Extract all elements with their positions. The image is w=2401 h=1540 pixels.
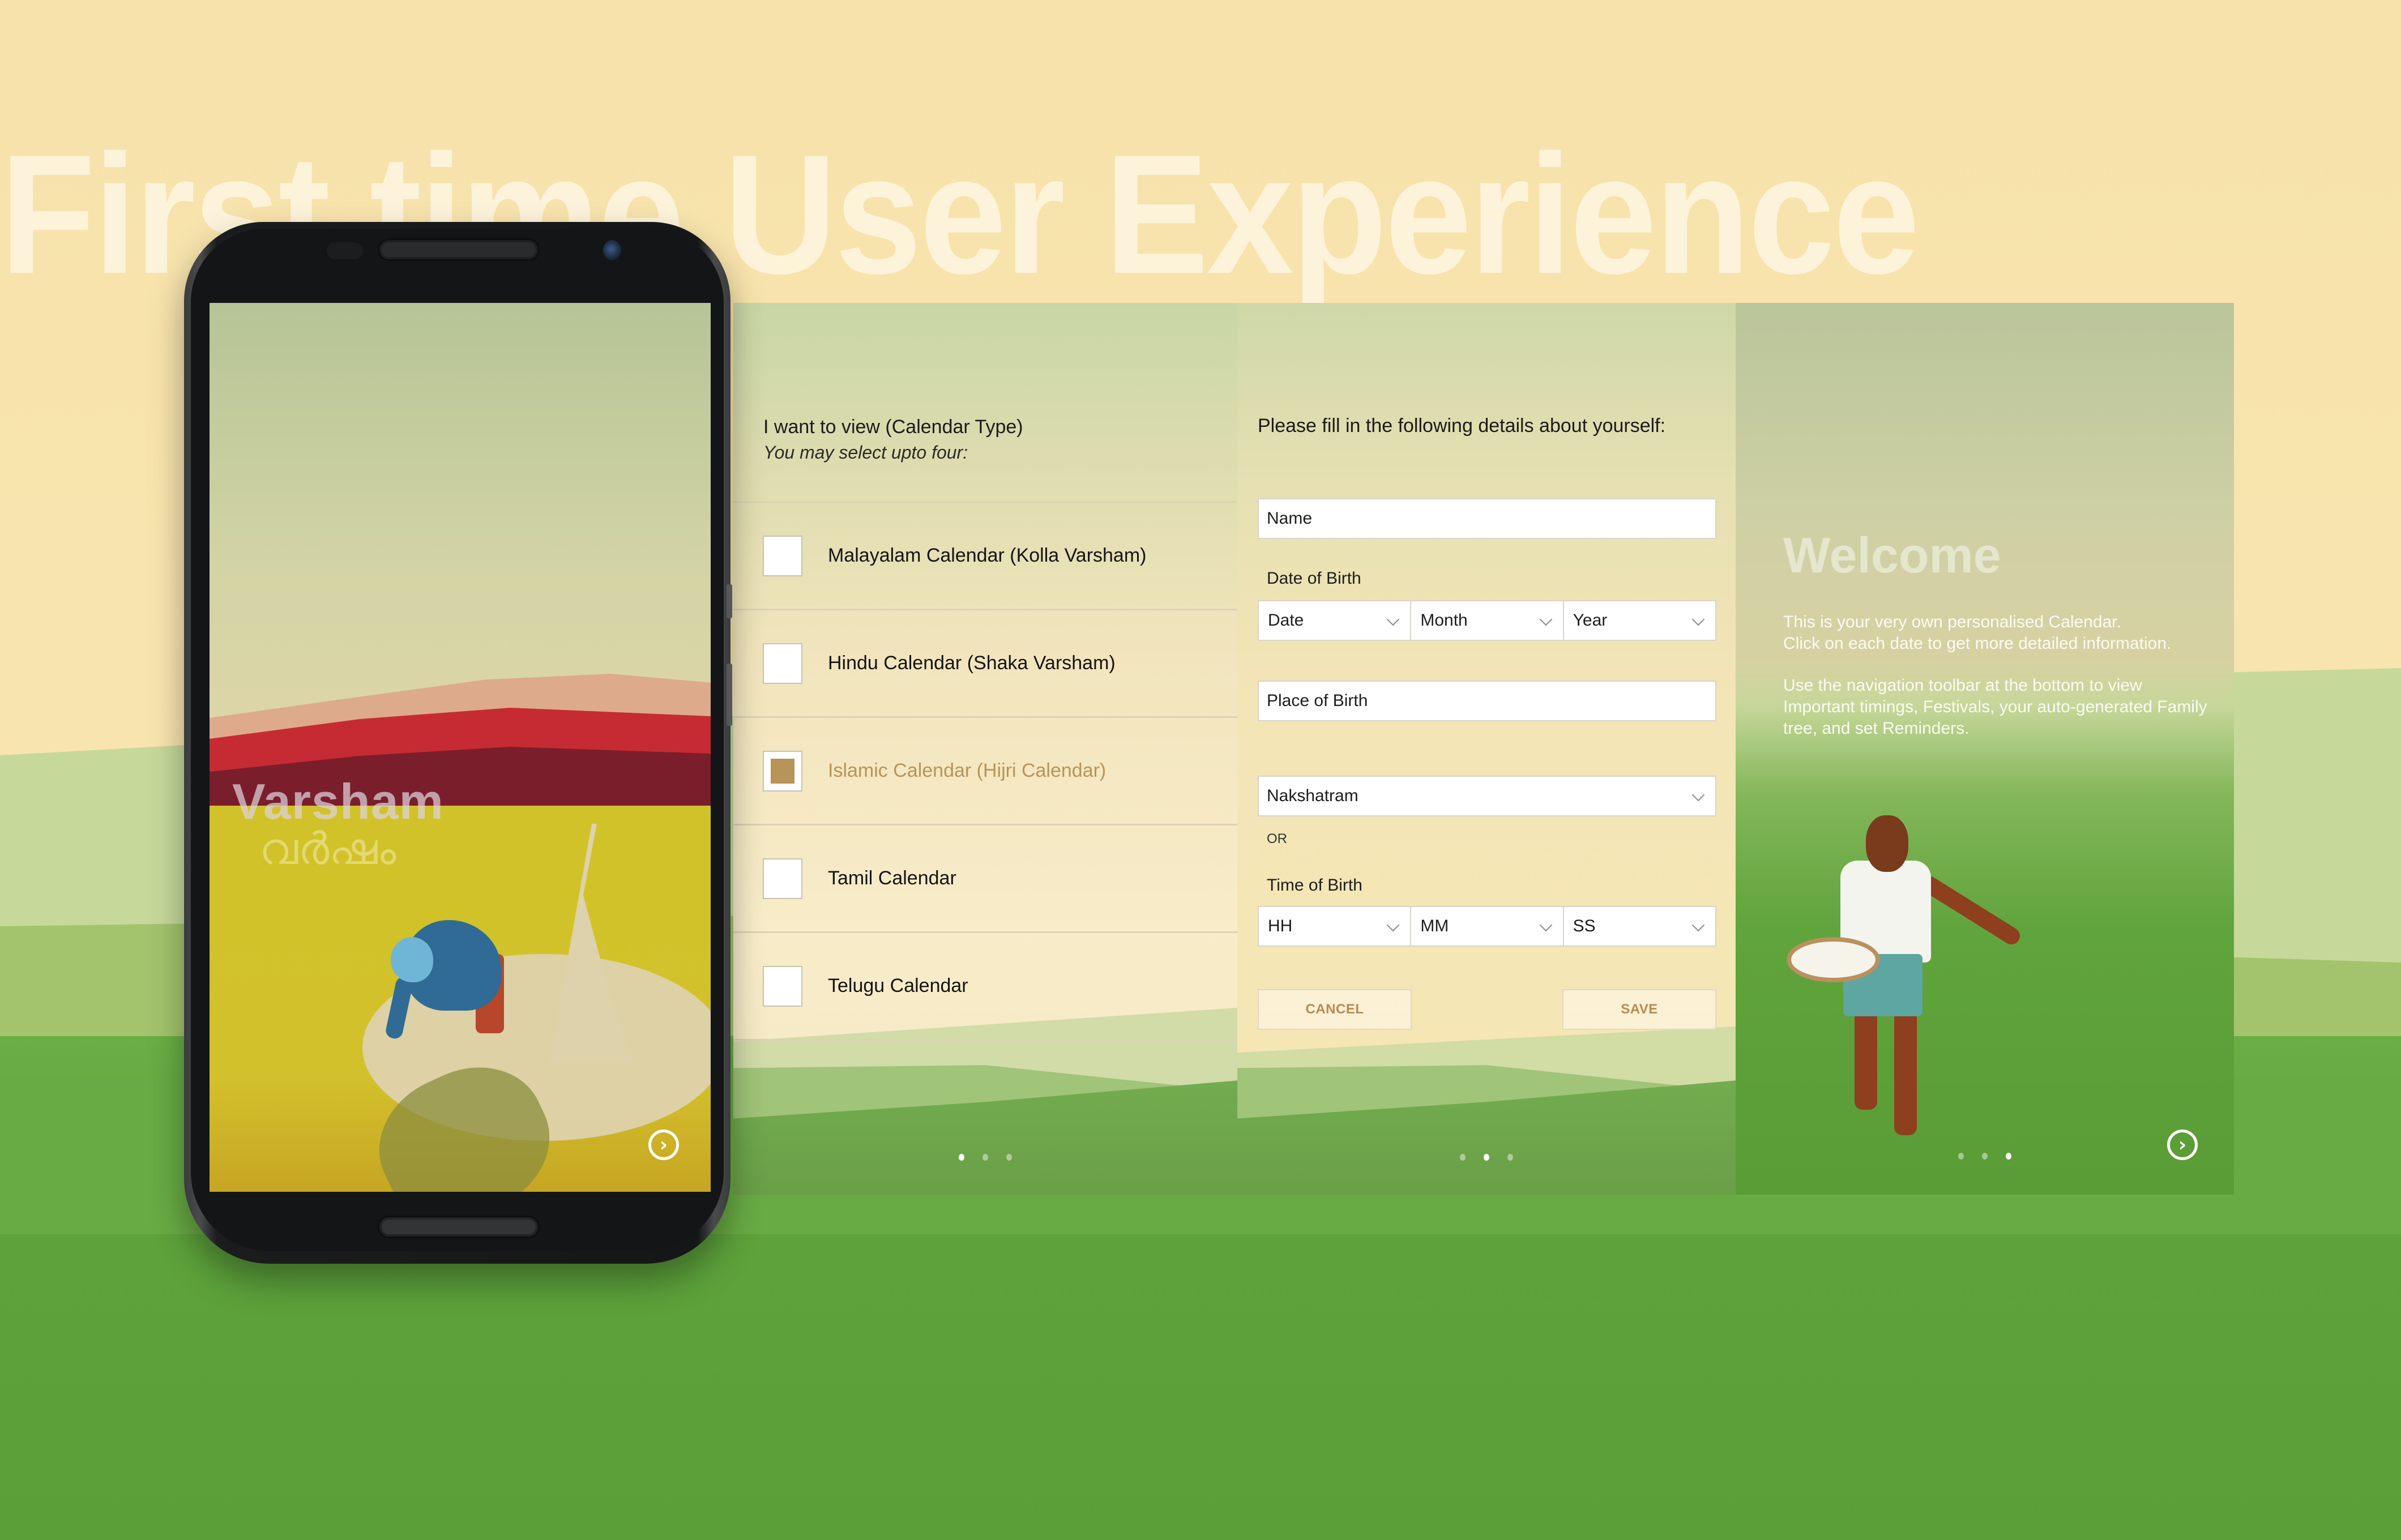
dob-date-select[interactable]: Date [1258,600,1412,641]
calendar-option-label: Tamil Calendar [828,867,956,889]
chevron-down-icon [1387,613,1400,626]
page-dot-2[interactable] [1982,1153,1988,1160]
app-title: Varsham [232,773,444,829]
calendar-type-heading: I want to view (Calendar Type) [763,416,1023,438]
next-button[interactable]: › [2167,1130,2198,1160]
earpiece-speaker [379,240,538,259]
front-camera-icon [603,240,621,260]
form-heading: Please fill in the following details abo… [1258,415,1666,437]
personal-details-panel: Please fill in the following details abo… [1237,303,1736,1195]
tob-minute-value: MM [1420,917,1449,935]
chevron-down-icon [1691,918,1705,932]
proximity-sensor [327,242,363,259]
farmer-sowing-illustration [1787,815,2024,1155]
welcome-description: This is your very own personalised Calen… [1783,611,2214,760]
checkbox[interactable] [763,858,802,899]
tob-hour-value: HH [1268,917,1293,935]
checkbox-fill [771,758,794,784]
worker-head-scarf [391,937,433,982]
panel-hills-illustration [1237,1008,1736,1195]
page-dot-2[interactable] [982,1154,988,1161]
calendar-option-label: Malayalam Calendar (Kolla Varsham) [828,545,1147,566]
power-button [727,664,732,726]
dob-month-select[interactable]: Month [1411,600,1564,641]
volume-button [727,584,732,618]
time-of-birth-selects: HH MM SS [1258,906,1716,947]
page-dot-3[interactable] [1006,1154,1012,1161]
calendar-type-panel: I want to view (Calendar Type) You may s… [733,303,1237,1195]
save-button[interactable]: SAVE [1562,989,1716,1030]
name-placeholder: Name [1267,509,1313,528]
page-dot-2[interactable] [1484,1154,1489,1161]
page-dot-3[interactable] [1507,1154,1513,1161]
date-of-birth-selects: Date Month Year [1258,600,1716,641]
dob-month-value: Month [1420,611,1468,630]
chevron-down-icon [1539,613,1552,626]
nakshatram-select[interactable]: Nakshatram [1258,776,1716,816]
app-title-malayalam: വർഷം [259,824,396,875]
chevron-down-icon [1691,788,1705,802]
dob-date-value: Date [1268,611,1304,630]
chevron-down-icon [1691,613,1705,626]
place-of-birth-input[interactable]: Place of Birth [1258,681,1716,721]
calendar-type-subheading: You may select upto four: [763,442,968,463]
next-button[interactable]: › [648,1130,679,1160]
or-separator: OR [1267,831,1287,846]
tob-second-select[interactable]: SS [1563,906,1716,947]
page-dot-1[interactable] [1958,1153,1964,1160]
tob-second-value: SS [1573,917,1596,935]
page-indicator [733,1154,1237,1161]
place-of-birth-placeholder: Place of Birth [1267,691,1368,710]
phone-screen-splash: Varsham വർഷം › [210,303,711,1192]
calendar-option-tamil[interactable]: Tamil Calendar [733,824,1237,931]
page-dot-1[interactable] [959,1154,964,1161]
calendar-option-label: Islamic Calendar (Hijri Calendar) [828,760,1106,781]
chevron-down-icon [1539,918,1552,932]
welcome-panel: Welcome This is your very own personalis… [1736,303,2234,1195]
dob-year-value: Year [1573,611,1608,630]
chevron-down-icon [1387,918,1400,932]
calendar-option-label: Telugu Calendar [828,975,968,996]
checkbox[interactable] [763,535,802,576]
checkbox[interactable] [763,643,802,684]
welcome-paragraph-2: Use the navigation toolbar at the bottom… [1783,676,2207,738]
dob-year-select[interactable]: Year [1563,600,1716,641]
chevron-right-icon: › [2178,1133,2186,1156]
calendar-option-label: Hindu Calendar (Shaka Varsham) [828,652,1116,674]
name-input[interactable]: Name [1258,498,1716,539]
page-indicator [1237,1154,1736,1161]
chevron-right-icon: › [659,1133,668,1156]
bottom-speaker [379,1217,538,1237]
page-indicator [1736,1153,2234,1160]
page-dot-1[interactable] [1460,1154,1466,1161]
welcome-line-1: This is your very own personalised Calen… [1783,613,2121,631]
page-dot-3[interactable] [2006,1153,2011,1160]
calendar-option-telugu[interactable]: Telugu Calendar [733,931,1237,1041]
date-of-birth-label: Date of Birth [1267,569,1361,588]
nakshatram-value: Nakshatram [1267,786,1358,805]
calendar-option-hindu[interactable]: Hindu Calendar (Shaka Varsham) [733,609,1237,716]
checkbox[interactable] [763,965,802,1007]
calendar-option-list: Malayalam Calendar (Kolla Varsham) Hindu… [733,501,1237,1041]
calendar-option-islamic[interactable]: Islamic Calendar (Hijri Calendar) [733,716,1237,824]
checkbox-checked[interactable] [763,750,802,792]
welcome-title: Welcome [1783,527,2001,583]
welcome-line-2: Click on each date to get more detailed … [1783,634,2172,653]
tob-hour-select[interactable]: HH [1258,906,1412,947]
calendar-option-malayalam[interactable]: Malayalam Calendar (Kolla Varsham) [733,501,1237,609]
time-of-birth-label: Time of Birth [1267,876,1362,895]
tob-minute-select[interactable]: MM [1411,906,1564,947]
cancel-button[interactable]: CANCEL [1258,989,1412,1030]
